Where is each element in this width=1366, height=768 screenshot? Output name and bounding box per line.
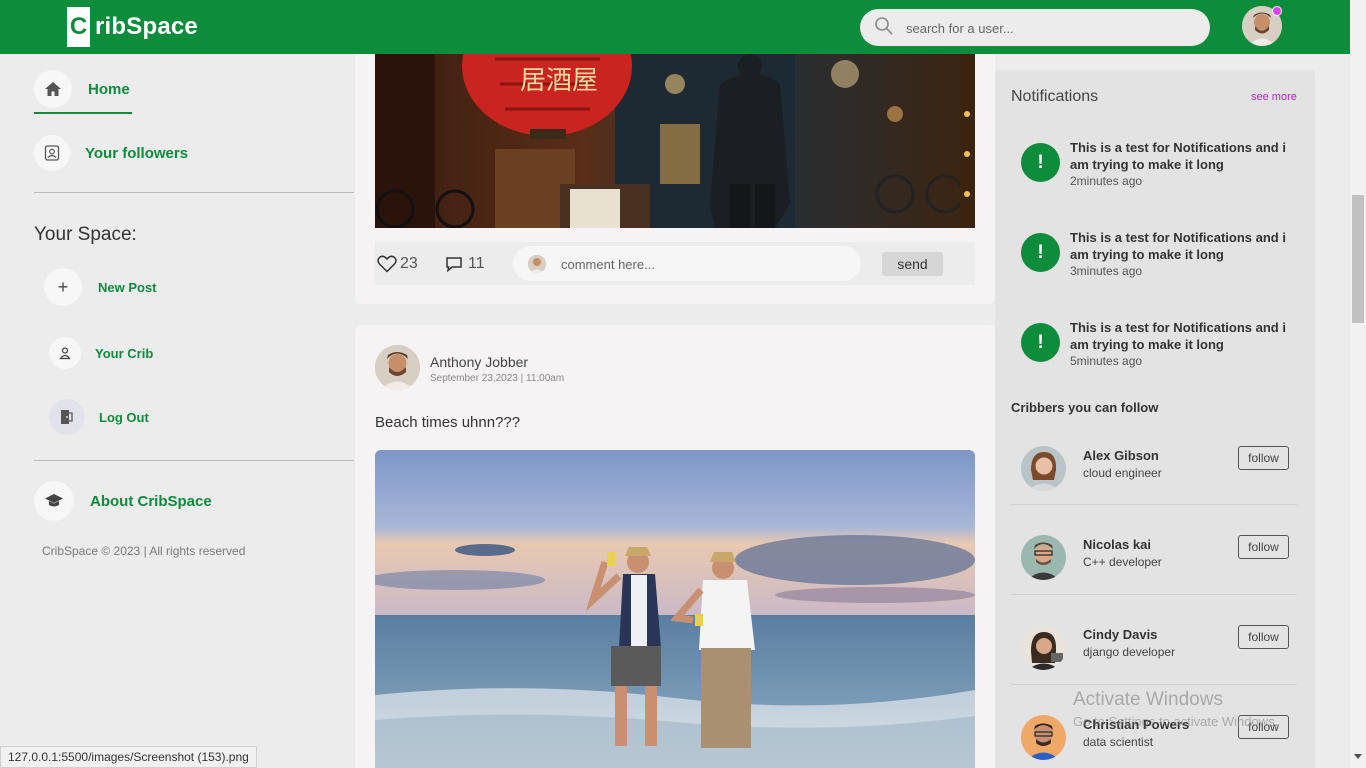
- activation-watermark-subtitle: Go to Settings to activate Windows.: [1073, 714, 1279, 729]
- suggestion-avatar[interactable]: [1021, 446, 1066, 491]
- comment-count: 11: [468, 255, 485, 272]
- follow-button[interactable]: follow: [1238, 446, 1289, 470]
- scroll-down-arrow-icon[interactable]: [1354, 754, 1362, 759]
- alert-icon: !: [1021, 143, 1060, 182]
- logo-letter: C: [67, 7, 90, 47]
- comment-box: [513, 246, 861, 281]
- see-more-link[interactable]: see more: [1251, 91, 1297, 103]
- post-image-street-night[interactable]: 居酒屋: [375, 54, 975, 228]
- sidebar-label-about: About CribSpace: [90, 492, 212, 510]
- sidebar-label-followers: Your followers: [85, 144, 189, 162]
- sidebar-item-your-crib[interactable]: Your Crib: [49, 337, 153, 369]
- suggestion-role: cloud engineer: [1083, 466, 1162, 480]
- post-date: September 23,2023 | 11:00am: [430, 373, 565, 384]
- copyright-text: CribSpace © 2023 | All rights reserved: [42, 544, 246, 558]
- suggestion-role: django developer: [1083, 645, 1176, 659]
- suggestion-name[interactable]: Alex Gibson: [1083, 448, 1159, 463]
- sidebar-label-home: Home: [88, 80, 130, 98]
- suggestion-avatar[interactable]: [1021, 535, 1066, 580]
- post-text: Beach times uhnn???: [375, 414, 521, 431]
- sidebar-divider: [34, 192, 354, 193]
- sidebar-item-followers[interactable]: Your followers: [34, 135, 188, 171]
- comment-icon: [446, 257, 462, 273]
- search-input[interactable]: [906, 18, 1196, 38]
- active-nav-underline: [34, 112, 132, 114]
- top-navbar: C ribSpace: [0, 0, 1350, 54]
- followers-icon: [34, 135, 70, 171]
- post-image-beach[interactable]: [375, 450, 975, 768]
- suggestion-role: data scientist: [1083, 735, 1154, 749]
- suggestion-divider: [1011, 594, 1297, 595]
- suggestions-heading: Cribbers you can follow: [1011, 400, 1159, 415]
- post-author-name[interactable]: Anthony Jobber: [430, 354, 528, 370]
- logo[interactable]: C ribSpace: [67, 7, 198, 47]
- sidebar-label-log-out: Log Out: [99, 409, 149, 425]
- sidebar-label-new-post: New Post: [98, 279, 157, 295]
- like-count: 23: [400, 255, 418, 272]
- like-button[interactable]: 23: [377, 255, 418, 273]
- follow-button[interactable]: follow: [1238, 535, 1289, 559]
- notification-time: 5minutes ago: [1070, 354, 1143, 368]
- browser-status-url: 127.0.0.1:5500/images/Screenshot (153).p…: [0, 746, 257, 768]
- sidebar-item-home[interactable]: Home: [34, 70, 130, 108]
- page-scrollbar[interactable]: [1350, 0, 1366, 768]
- plus-icon: +: [44, 268, 82, 306]
- user-icon: [49, 337, 81, 369]
- notification-time: 2minutes ago: [1070, 174, 1143, 188]
- your-space-heading: Your Space:: [34, 224, 137, 245]
- notification-text[interactable]: This is a test for Notifications and i a…: [1070, 319, 1295, 353]
- search-icon: [875, 17, 893, 35]
- notification-text[interactable]: This is a test for Notifications and i a…: [1070, 229, 1295, 263]
- search-bar: [860, 9, 1210, 46]
- alert-icon: !: [1021, 323, 1060, 362]
- activation-watermark-title: Activate Windows: [1073, 689, 1223, 710]
- notification-text[interactable]: This is a test for Notifications and i a…: [1070, 139, 1295, 173]
- suggestion-avatar[interactable]: [1021, 715, 1066, 760]
- suggestion-name[interactable]: Cindy Davis: [1083, 627, 1157, 642]
- logo-text: ribSpace: [95, 13, 198, 40]
- notification-time: 3minutes ago: [1070, 264, 1143, 278]
- sidebar-label-your-crib: Your Crib: [95, 345, 154, 361]
- comment-input[interactable]: [561, 255, 841, 273]
- svg-text:居酒屋: 居酒屋: [520, 66, 598, 96]
- home-icon: [34, 70, 72, 108]
- send-comment-button[interactable]: send: [882, 252, 943, 276]
- suggestion-divider: [1011, 504, 1297, 505]
- suggestion-name[interactable]: Nicolas kai: [1083, 537, 1151, 552]
- scrollbar-thumb[interactable]: [1352, 195, 1364, 323]
- sidebar-item-log-out[interactable]: Log Out: [49, 399, 149, 435]
- commenter-avatar: [528, 255, 546, 273]
- follow-button[interactable]: follow: [1238, 625, 1289, 649]
- sidebar-item-about[interactable]: About CribSpace: [34, 481, 212, 521]
- sidebar-item-new-post[interactable]: + New Post: [44, 268, 157, 306]
- comment-count-button[interactable]: 11: [445, 255, 485, 273]
- graduation-cap-icon: [34, 481, 74, 521]
- post-author-avatar[interactable]: [375, 345, 420, 390]
- sidebar-divider: [34, 460, 354, 461]
- log-out-icon: [49, 399, 85, 435]
- heart-icon: [377, 255, 397, 273]
- suggestion-avatar[interactable]: [1021, 625, 1066, 670]
- alert-icon: !: [1021, 233, 1060, 272]
- suggestion-divider: [1011, 684, 1297, 685]
- online-status-dot: [1272, 6, 1282, 16]
- suggestion-role: C++ developer: [1083, 555, 1162, 569]
- notifications-heading: Notifications: [1011, 88, 1099, 105]
